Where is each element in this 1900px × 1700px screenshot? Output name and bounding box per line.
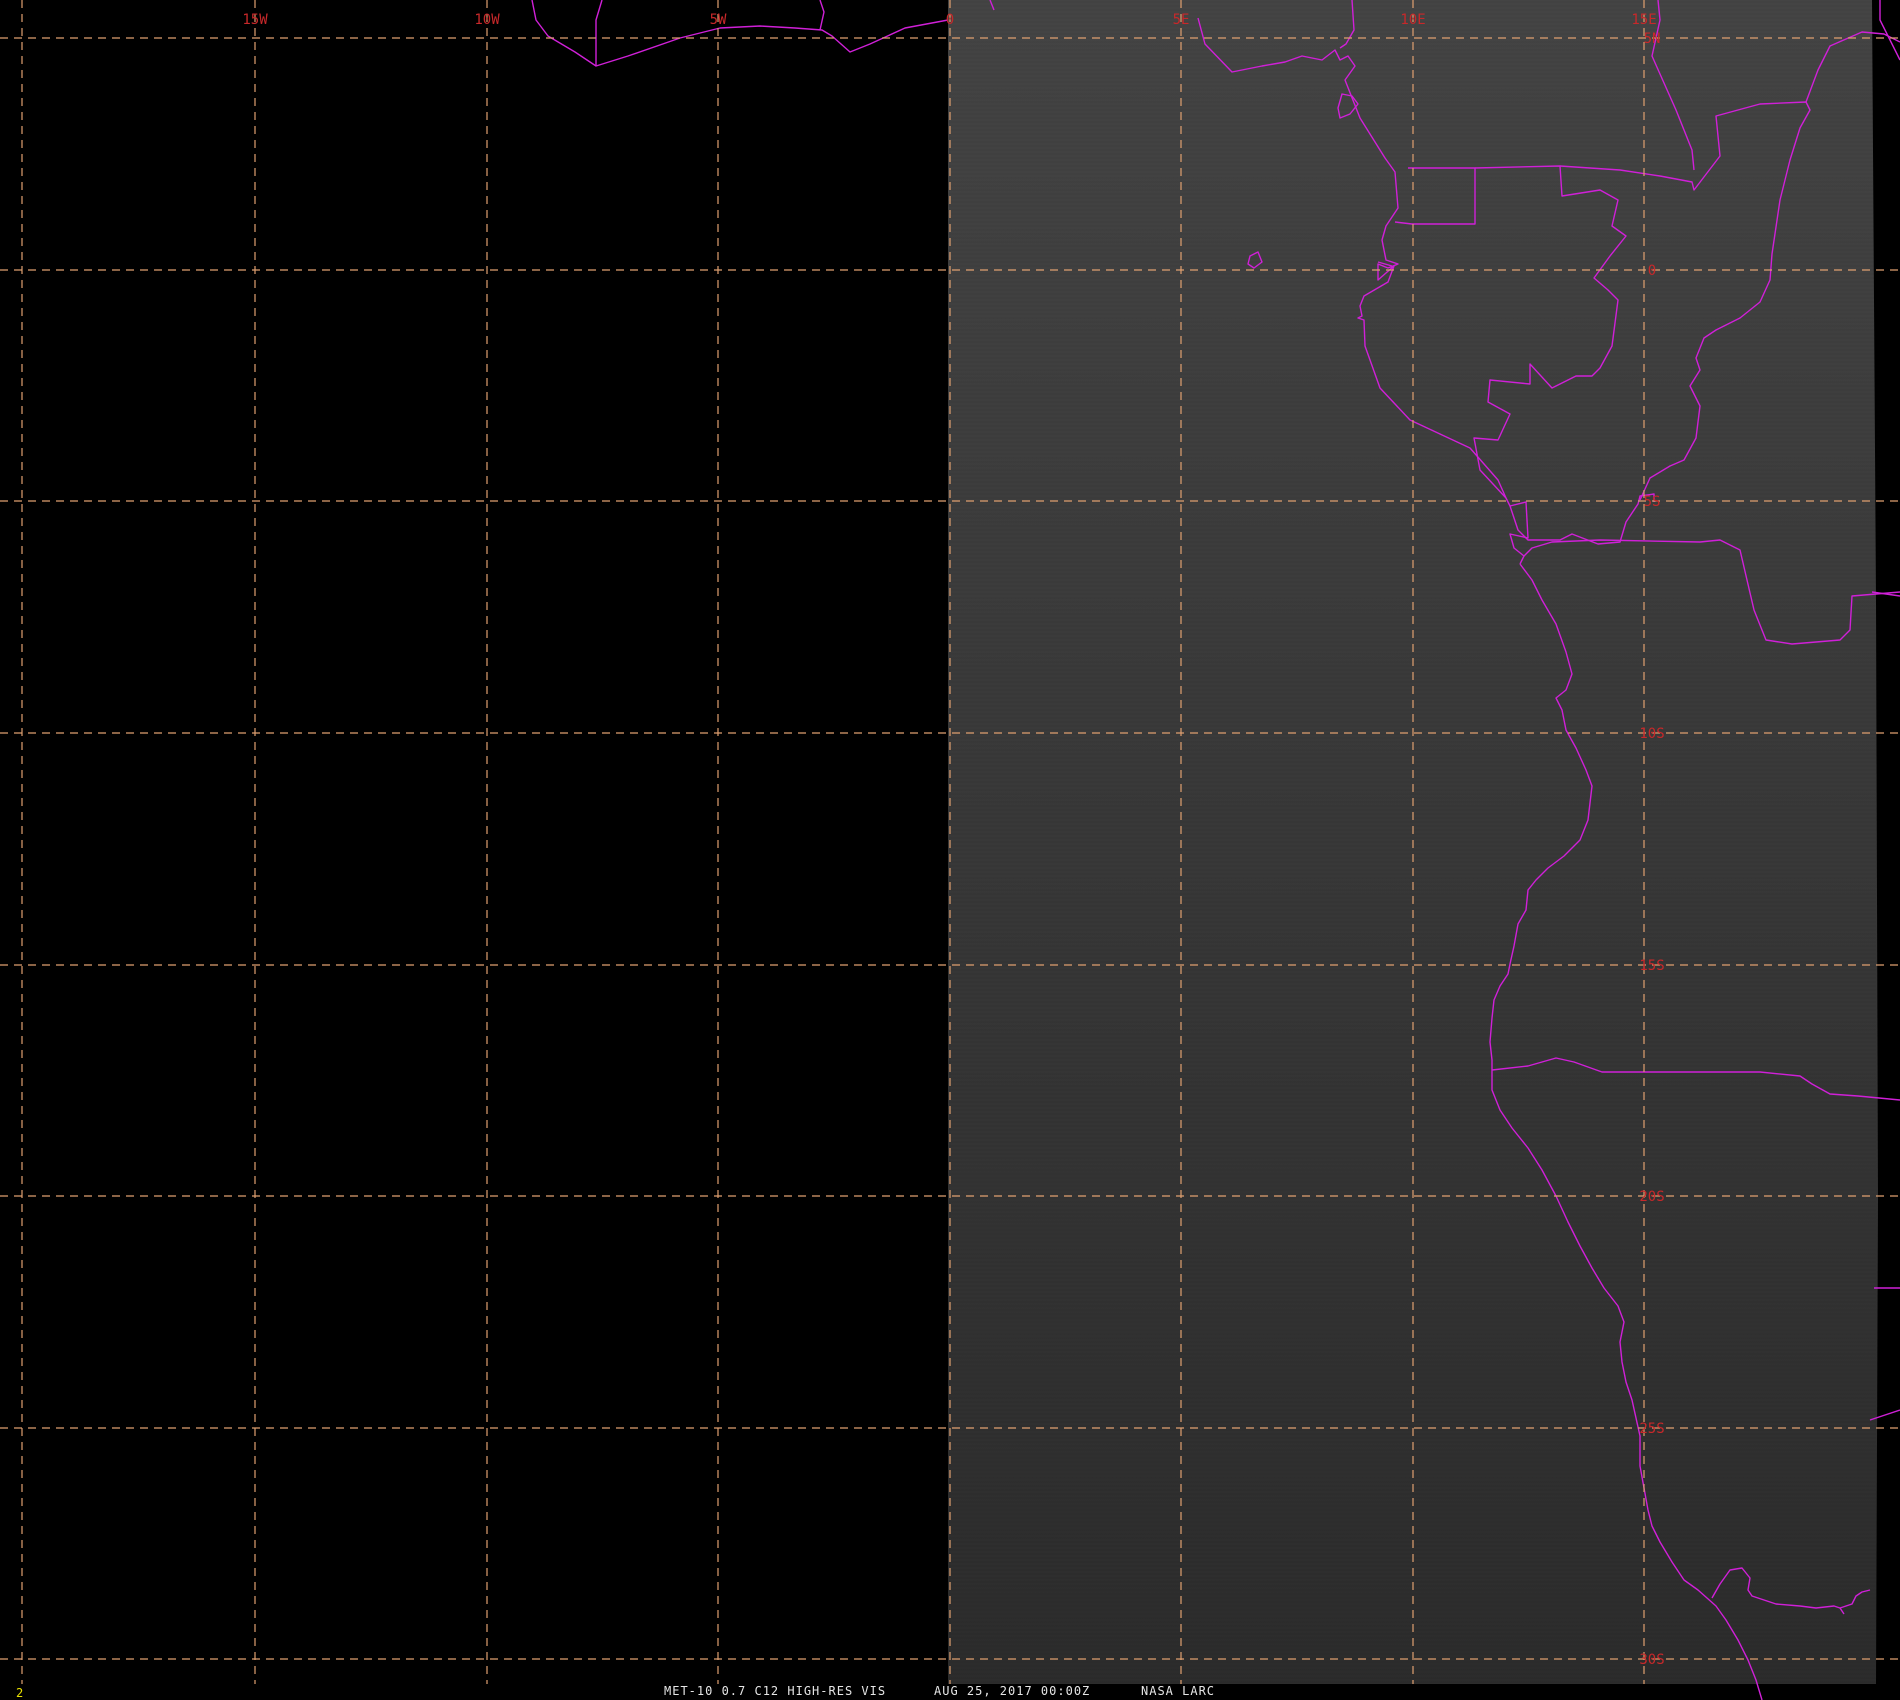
- longitude-label: 5E: [1173, 12, 1190, 28]
- latitude-label: 30S: [1639, 1652, 1664, 1668]
- latitude-label: 5N: [1644, 31, 1661, 47]
- caption-product: MET-10 0.7 C12 HIGH-RES VIS: [664, 1684, 887, 1698]
- latitude-label: 5S: [1644, 494, 1661, 510]
- latitude-label: 20S: [1639, 1189, 1664, 1205]
- latitude-label: 10S: [1639, 726, 1664, 742]
- longitude-label: 10E: [1400, 12, 1425, 28]
- longitude-label: 15E: [1631, 12, 1656, 28]
- latitude-label: 0: [1648, 263, 1656, 279]
- caption-bar: MET-10 0.7 C12 HIGH-RES VIS AUG 25, 2017…: [0, 1684, 1900, 1700]
- caption-source: NASA LARC: [1141, 1684, 1216, 1698]
- latitude-label: 15S: [1639, 958, 1664, 974]
- longitude-label: 15W: [242, 12, 268, 28]
- latitude-label: 25S: [1639, 1421, 1664, 1437]
- caption-datetime: AUG 25, 2017 00:00Z: [934, 1684, 1091, 1698]
- scan-texture: [948, 1, 1876, 1683]
- satellite-map: 15W 10W 5W 0 5E 10E 15E 5N 0 5S 10S 15S 20S 25S 30S: [0, 0, 1900, 1700]
- longitude-label: 0: [946, 12, 954, 28]
- longitude-label: 10W: [474, 12, 500, 28]
- longitude-label: 5W: [710, 12, 727, 28]
